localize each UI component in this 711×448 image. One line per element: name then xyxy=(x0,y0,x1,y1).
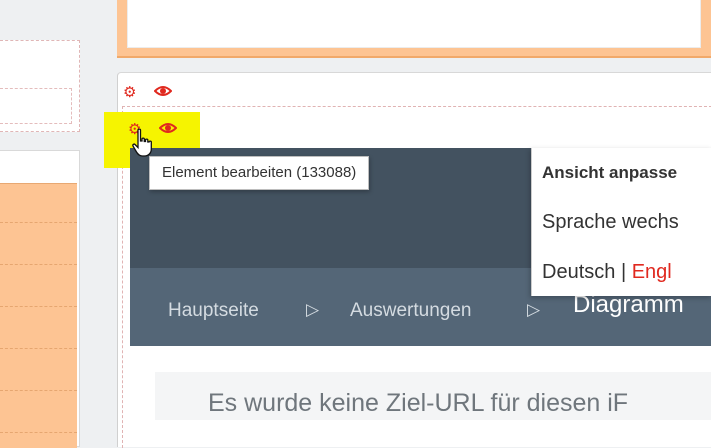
change-language-label: Sprache wechs xyxy=(542,211,679,233)
table-row xyxy=(0,306,77,307)
dropdown-title[interactable]: Ansicht anpasse xyxy=(542,163,677,183)
table-row xyxy=(0,390,77,391)
view-settings-dropdown: Ansicht anpasse Sprache wechs Deutsch | … xyxy=(531,148,711,296)
dashed-outline-top xyxy=(122,106,711,107)
eye-icon-graphic xyxy=(158,123,178,133)
eye-icon-graphic xyxy=(153,86,173,96)
language-deutsch[interactable]: Deutsch xyxy=(542,261,615,283)
eye-icon[interactable] xyxy=(153,84,173,101)
breadcrumb-item-hauptseite[interactable]: Hauptseite xyxy=(168,300,259,322)
language-options: Deutsch | Engl xyxy=(542,260,672,284)
breadcrumb-current: Diagramm xyxy=(573,291,684,318)
triangle-right-icon: ▷ xyxy=(527,300,541,320)
edit-element-tooltip: Element bearbeiten (133088) xyxy=(149,156,370,190)
left-orange-table xyxy=(0,183,77,448)
language-english-link[interactable]: Engl xyxy=(632,261,672,283)
eye-icon[interactable] xyxy=(158,121,178,138)
table-row xyxy=(0,222,77,223)
hand-cursor-icon xyxy=(132,128,152,157)
language-separator: | xyxy=(620,261,627,283)
left-element-inner-dashed xyxy=(0,88,72,124)
iframe-error-message: Es wurde keine Ziel-URL für diesen iF xyxy=(208,389,629,417)
table-row xyxy=(0,264,77,265)
triangle-right-icon: ▷ xyxy=(306,300,320,320)
top-element-block xyxy=(117,0,711,58)
table-row xyxy=(0,432,77,433)
top-element-inner xyxy=(127,0,701,48)
breadcrumb-item-auswertungen[interactable]: Auswertungen xyxy=(350,300,471,322)
gear-icon[interactable]: ⚙ xyxy=(123,84,136,100)
table-row xyxy=(0,348,77,349)
